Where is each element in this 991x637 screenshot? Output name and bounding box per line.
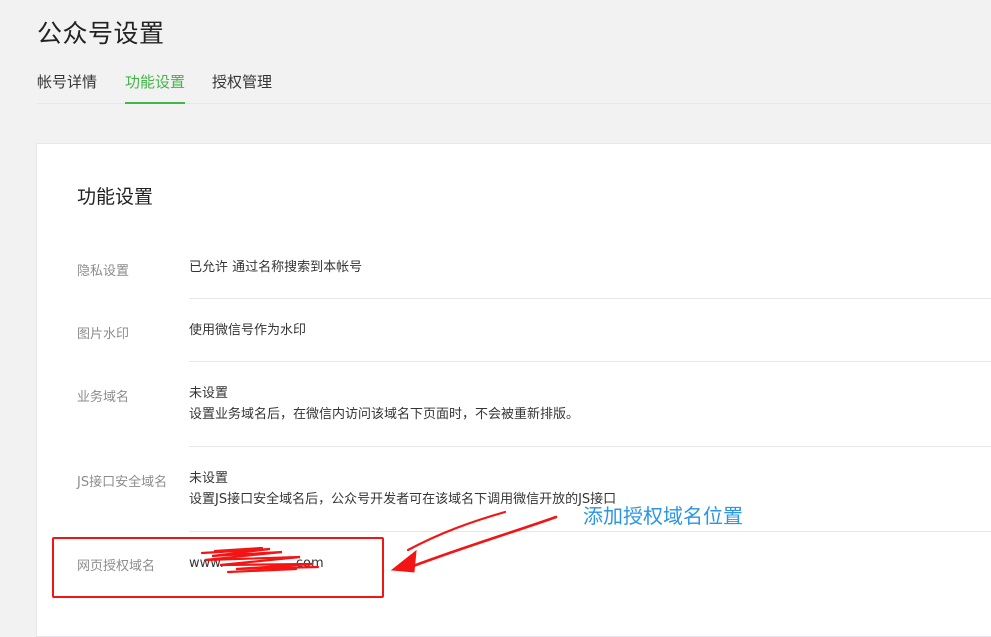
- annotation-arrow: [390, 510, 558, 573]
- annotation-overlay: [200, 510, 558, 574]
- redaction-scribble: [200, 546, 320, 574]
